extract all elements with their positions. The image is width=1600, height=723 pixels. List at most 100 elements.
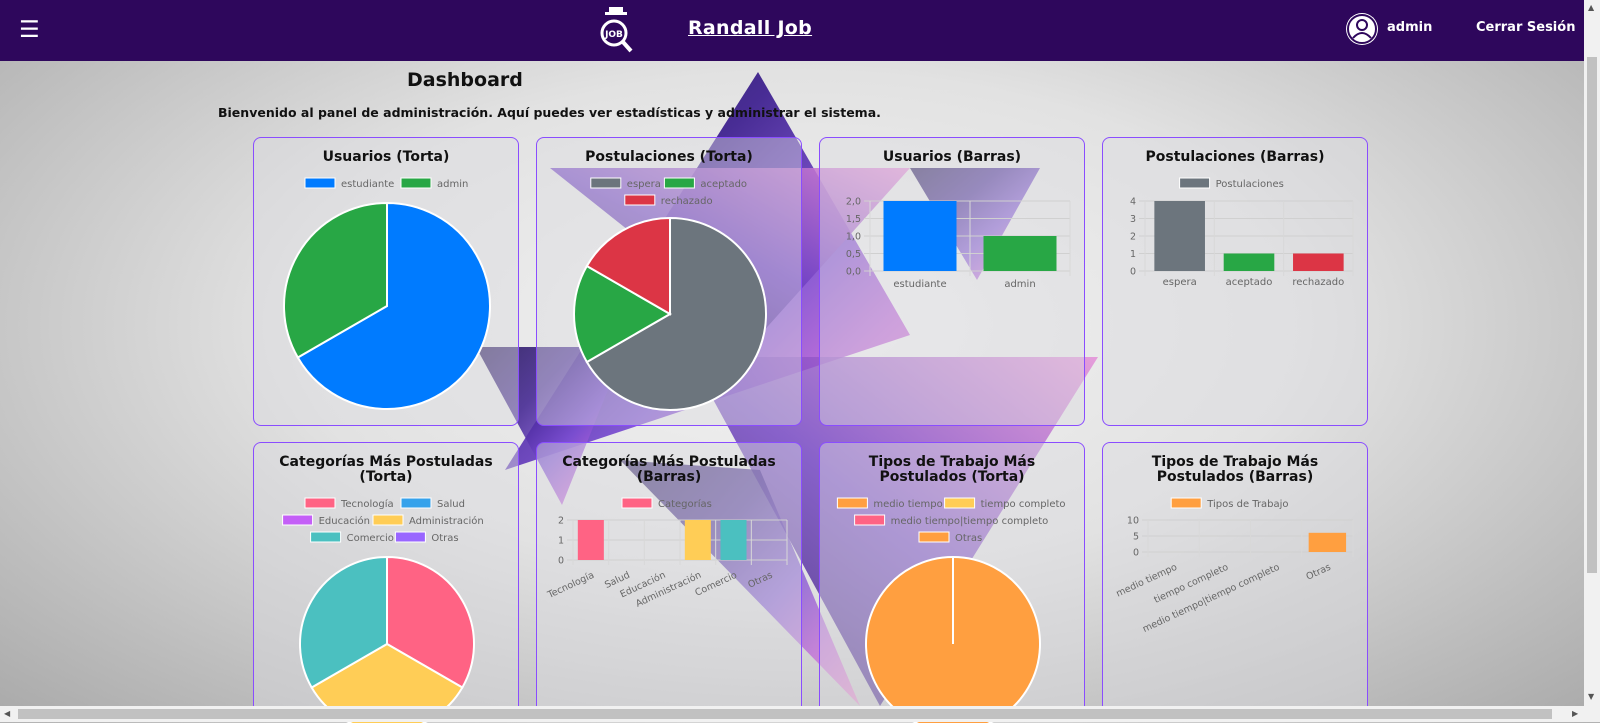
y-tick-label: 5 bbox=[1133, 532, 1139, 543]
legend-swatch bbox=[836, 497, 868, 509]
legend-swatch bbox=[1179, 177, 1211, 189]
chart-tipos-torta: medio tiempo tiempo completo medio tiempo|… bbox=[836, 497, 1066, 723]
y-tick-label: 1 bbox=[558, 536, 564, 547]
legend-label: Postulaciones bbox=[1216, 179, 1284, 190]
legend-swatch bbox=[304, 177, 336, 189]
y-tick-label: 0 bbox=[1133, 548, 1139, 559]
legend-label: Comercio bbox=[347, 533, 394, 544]
top-navbar: ☰ JOB Randall Job admin Cerrar Sesión bbox=[0, 0, 1584, 61]
y-tick-label: 2,0 bbox=[846, 197, 861, 208]
horizontal-scrollbar-thumb[interactable] bbox=[18, 709, 1552, 719]
legend-swatch bbox=[394, 531, 426, 543]
legend-swatch bbox=[304, 497, 336, 509]
page-title: Dashboard bbox=[407, 69, 523, 91]
chart-card-tipos-torta: Tipos de Trabajo Más Postulados (Torta) … bbox=[819, 442, 1085, 723]
y-tick-label: 1,5 bbox=[846, 214, 861, 225]
legend-swatch bbox=[590, 177, 622, 189]
x-tick-label: Otras bbox=[746, 570, 774, 591]
vertical-scrollbar-thumb[interactable] bbox=[1587, 57, 1597, 573]
y-tick-label: 2 bbox=[558, 516, 564, 527]
legend-swatch bbox=[944, 497, 976, 509]
job-search-logo-icon: JOB bbox=[600, 7, 633, 53]
hamburger-menu-icon[interactable]: ☰ bbox=[19, 17, 40, 43]
legend-swatch bbox=[624, 194, 656, 206]
legend-swatch bbox=[854, 514, 886, 526]
legend-label: Categorías bbox=[658, 498, 712, 510]
legend-swatch bbox=[282, 514, 314, 526]
chart-categorias-barras: Categorías210Tecnología SaludEducaciónAdm… bbox=[545, 497, 788, 610]
chart-card-usuarios-torta: Usuarios (Torta) estudiante admin bbox=[253, 137, 519, 426]
bar bbox=[720, 520, 747, 560]
chart-card-postulaciones-torta: Postulaciones (Torta) espera aceptado rech… bbox=[536, 137, 802, 426]
legend-label: Otras bbox=[955, 533, 982, 544]
legend-label: Otras bbox=[431, 533, 458, 544]
bar bbox=[1308, 532, 1347, 552]
legend-label: Tipos de Trabajo bbox=[1206, 499, 1288, 510]
legend-label: espera bbox=[627, 179, 661, 190]
scroll-left-icon[interactable]: ◀ bbox=[4, 709, 10, 718]
user-name-label[interactable]: admin bbox=[1387, 20, 1432, 35]
bar bbox=[1223, 253, 1275, 271]
logo-text: JOB bbox=[604, 30, 623, 40]
legend-swatch bbox=[918, 531, 950, 543]
chart-card-postulaciones-barras: Postulaciones (Barras) Postulaciones 4 3 2 1… bbox=[1102, 137, 1368, 426]
chart-card-categorias-torta: Categorías Más Postuladas (Torta) Tecnol… bbox=[253, 442, 519, 723]
bar bbox=[577, 520, 604, 560]
legend-label: aceptado bbox=[700, 179, 747, 190]
legend-swatch bbox=[1170, 497, 1202, 509]
chart-usuarios-barras: 2,0 1,5 1,0 0,5 0,0 estudiante admin bbox=[846, 197, 1071, 290]
chart-card-categorias-barras: Categorías Más Postuladas (Barras) Categ… bbox=[536, 442, 802, 722]
legend-label: admin bbox=[437, 179, 468, 190]
scroll-down-icon[interactable]: ▼ bbox=[1588, 692, 1594, 701]
chart-categorias-torta: Tecnología Salud Educación Administración Co… bbox=[282, 497, 484, 723]
legend-label: Salud bbox=[437, 499, 465, 510]
x-tick-label: Otras bbox=[1305, 562, 1333, 583]
y-tick-label: 10 bbox=[1127, 516, 1139, 527]
x-tick-label: espera bbox=[1163, 277, 1197, 288]
legend-label: rechazado bbox=[661, 196, 713, 207]
chart-postulaciones-barras: Postulaciones 4 3 2 1 0 espera aceptado rechazad… bbox=[1130, 177, 1354, 288]
logout-link[interactable]: Cerrar Sesión bbox=[1476, 20, 1575, 35]
chart-usuarios-torta: estudiante admin bbox=[283, 177, 491, 410]
legend-label: Administración bbox=[409, 515, 484, 527]
scroll-up-icon[interactable]: ▲ bbox=[1588, 3, 1594, 12]
bar bbox=[883, 201, 957, 271]
bar bbox=[983, 236, 1057, 271]
y-tick-label: 1 bbox=[1130, 249, 1136, 260]
x-tick-label: rechazado bbox=[1292, 277, 1344, 288]
legend-swatch bbox=[663, 177, 695, 189]
legend-label: estudiante bbox=[341, 179, 394, 190]
y-tick-label: 2 bbox=[1130, 232, 1136, 243]
legend-swatch bbox=[621, 497, 653, 509]
chart-card-tipos-barras: Tipos de Trabajo Más Postulados (Barras)… bbox=[1102, 442, 1368, 722]
legend-swatch bbox=[310, 531, 342, 543]
legend-label: Educación bbox=[319, 515, 370, 527]
x-tick-label: aceptado bbox=[1226, 277, 1273, 288]
x-tick-label: estudiante bbox=[893, 279, 946, 290]
legend-label: medio tiempo|tiempo completo bbox=[891, 516, 1049, 527]
legend-label: Tecnología bbox=[340, 498, 394, 510]
scroll-right-icon[interactable]: ▶ bbox=[1572, 709, 1578, 718]
chart-tipos-barras: Tipos de Trabajo1050medio tiempotiempo c… bbox=[1115, 497, 1354, 635]
chart-postulaciones-torta: espera aceptado rechazado bbox=[573, 177, 767, 411]
welcome-text: Bienvenido al panel de administración. A… bbox=[218, 105, 881, 120]
bar bbox=[684, 520, 711, 560]
user-avatar-icon[interactable] bbox=[1346, 13, 1378, 45]
brand-title[interactable]: Randall Job bbox=[688, 17, 812, 39]
y-tick-label: 4 bbox=[1130, 197, 1136, 208]
bar bbox=[1293, 253, 1344, 271]
x-tick-label: Tecnología bbox=[545, 570, 596, 602]
legend-swatch bbox=[400, 497, 432, 509]
y-tick-label: 0,5 bbox=[846, 249, 861, 260]
y-tick-label: 1,0 bbox=[846, 232, 861, 243]
y-tick-label: 0 bbox=[558, 556, 564, 567]
y-tick-label: 0 bbox=[1130, 267, 1136, 278]
y-tick-label: 0,0 bbox=[846, 267, 861, 278]
legend-label: tiempo completo bbox=[981, 499, 1066, 510]
bar bbox=[1154, 201, 1205, 271]
legend-swatch bbox=[372, 514, 404, 526]
x-tick-label: admin bbox=[1004, 279, 1035, 290]
chart-card-usuarios-barras: Usuarios (Barras) 2,0 1,5 1,0 0,5 0,0 estudia… bbox=[819, 137, 1085, 426]
legend-label: medio tiempo bbox=[873, 499, 942, 510]
legend-swatch bbox=[400, 177, 432, 189]
